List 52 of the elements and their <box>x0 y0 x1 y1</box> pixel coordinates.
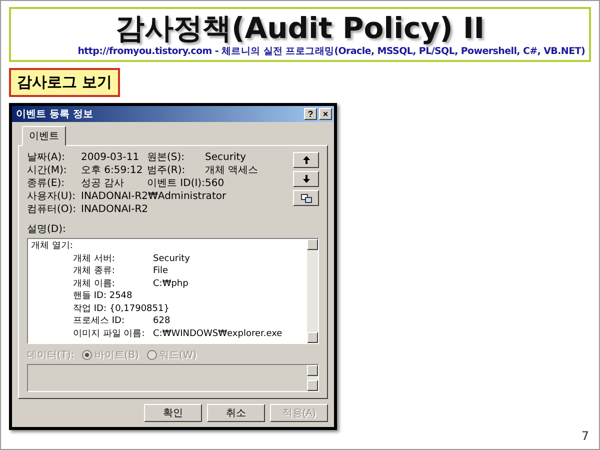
field-value: INADONAI-R2 <box>81 204 150 216</box>
field-label: 날짜(A): <box>27 152 66 164</box>
description-text: 개체 이름: <box>73 278 116 290</box>
field-value: 오후 6:59:12 <box>81 165 143 177</box>
field-value: 560 <box>205 178 226 190</box>
description-value: Security <box>153 252 190 265</box>
radio-label: 바이트(B) <box>94 349 139 362</box>
dialog-button[interactable]: 확인 <box>144 404 202 422</box>
field-label: 컴퓨터(O): <box>27 204 77 216</box>
field-label: 사용자(U): <box>27 191 76 203</box>
radio-button[interactable] <box>82 350 92 360</box>
close-button[interactable]: × <box>319 108 332 120</box>
slide-title: 감사정책(Audit Policy) II <box>115 11 485 45</box>
description-value: File <box>153 265 168 278</box>
field-value: Security <box>205 152 248 164</box>
description-value: C:₩WINDOWS₩explorer.exe <box>153 328 282 340</box>
scrollbar[interactable] <box>307 365 318 391</box>
field-value: INADONAI-R2₩Administrator <box>81 191 228 203</box>
description-value: C:₩php <box>153 278 188 290</box>
page-number: 7 <box>581 429 589 443</box>
dialog-title: 이벤트 등록 정보 <box>16 108 94 121</box>
description-text: 개체 종류: <box>73 265 116 278</box>
field-value: 2009-03-11 <box>81 152 140 164</box>
dialog-button[interactable]: 취소 <box>207 404 265 422</box>
tab[interactable]: 이벤트 <box>22 126 66 146</box>
field-label: 종류(E): <box>27 178 66 190</box>
description-text: 개체 열기: <box>31 240 74 252</box>
down-arrow-icon <box>302 175 310 183</box>
description-text: 개체 서버: <box>73 252 116 265</box>
section-label: 감사로그 보기 <box>9 68 120 97</box>
scrollbar[interactable] <box>307 239 318 343</box>
radio-button[interactable] <box>146 350 157 360</box>
previous-button[interactable] <box>293 152 319 168</box>
description-label: 설명(D): <box>27 223 67 236</box>
radio-label: 워드(W) <box>158 349 197 362</box>
data-label: 데이터(T): <box>27 349 74 362</box>
description-text: 핸들 ID: 2548 <box>73 290 134 302</box>
field-label: 범주(R): <box>147 165 186 177</box>
field-label: 원본(S): <box>147 152 186 164</box>
next-button[interactable] <box>293 171 319 187</box>
copy-icon <box>300 194 312 202</box>
copy-button[interactable] <box>293 190 319 206</box>
field-value: 개체 액세스 <box>205 165 258 177</box>
description-value: 628 <box>153 315 170 328</box>
description-text: 이미지 파일 이름: <box>73 328 146 340</box>
description-text: 작업 ID: {0,1790851} <box>73 302 170 315</box>
help-button[interactable]: ? <box>304 108 317 120</box>
field-value: 성공 감사 <box>81 178 126 190</box>
up-arrow-icon <box>302 156 310 164</box>
field-label: 시간(M): <box>27 165 68 177</box>
slide-subtitle: http://fromyou.tistory.com - 체르니의 실전 프로그래밍(Oracle, MSSQL, PL/SQL, Powershell, C#, VB.NET) <box>78 45 585 58</box>
description-text: 프로세스 ID: <box>73 315 126 328</box>
